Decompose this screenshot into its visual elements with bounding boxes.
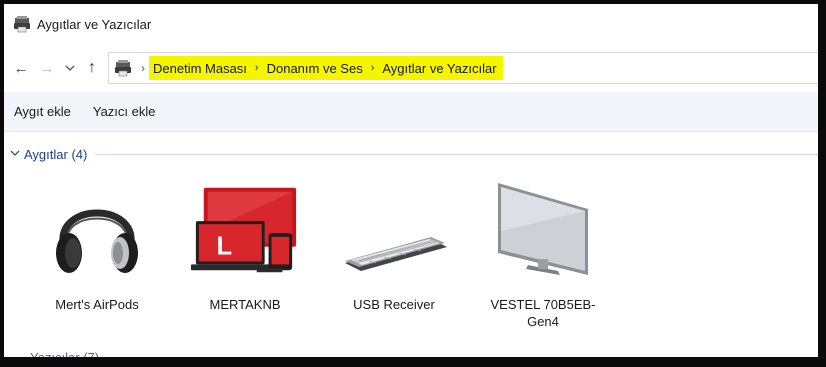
devices-group-label: Aygıtlar (4) (24, 146, 88, 162)
breadcrumb-control-panel[interactable]: Denetim Masası (153, 61, 247, 76)
address-bar[interactable]: › Denetim Masası › Donanım ve Ses › Aygı… (108, 52, 818, 84)
monitor-icon (488, 176, 598, 286)
device-item[interactable]: Mert's AirPods (42, 176, 152, 346)
breadcrumb-separator[interactable]: › (371, 62, 375, 74)
device-item[interactable]: VESTEL 70B5EB-Gen4 (488, 176, 598, 346)
device-name: MERTAKNB (209, 297, 281, 312)
command-bar: Aygıt ekle Yazıcı ekle (4, 92, 818, 132)
devices-group-header[interactable]: Aygıtlar (4) (4, 142, 818, 166)
keyboard-icon (339, 176, 449, 286)
breadcrumb: Denetim Masası › Donanım ve Ses › Aygıtl… (149, 56, 503, 80)
device-list: Mert's AirPods L MERTAKNB USB Receiver V… (4, 176, 818, 356)
control-panel-icon (113, 59, 133, 77)
add-printer-button[interactable]: Yazıcı ekle (93, 104, 156, 119)
breadcrumb-devices-printers[interactable]: Aygıtlar ve Yazıcılar (382, 61, 496, 76)
printers-group-label[interactable]: Yazıcılar (7) (30, 350, 99, 357)
device-item[interactable]: L MERTAKNB (190, 176, 300, 346)
breadcrumb-separator[interactable]: › (255, 62, 259, 74)
device-item[interactable]: USB Receiver (339, 176, 449, 346)
forward-arrow-icon[interactable]: → (34, 53, 60, 83)
svg-text:L: L (217, 233, 233, 261)
headphones-icon (42, 176, 152, 286)
collapse-chevron-icon[interactable] (10, 148, 20, 160)
device-name: Mert's AirPods (55, 297, 139, 312)
window-title: Aygıtlar ve Yazıcılar (37, 16, 152, 32)
breadcrumb-root-chevron-icon[interactable]: › (141, 61, 145, 75)
device-name: USB Receiver (353, 297, 435, 312)
title-bar: Aygıtlar ve Yazıcılar (4, 4, 818, 44)
up-arrow-icon[interactable]: ↑ (80, 53, 104, 83)
address-row: ← → ↑ › Denetim Masası › Donanım ve Ses … (4, 50, 818, 86)
explorer-window: Aygıtlar ve Yazıcılar ← → ↑ › Denetim Ma… (0, 0, 826, 367)
group-divider (95, 153, 818, 155)
breadcrumb-hardware-sound[interactable]: Donanım ve Ses (267, 61, 363, 76)
recent-locations-chevron-icon[interactable] (60, 53, 80, 83)
add-device-button[interactable]: Aygıt ekle (14, 104, 71, 119)
back-arrow-icon[interactable]: ← (8, 53, 34, 83)
computer-icon: L (190, 176, 300, 286)
device-name: VESTEL 70B5EB-Gen4 (490, 297, 596, 329)
devices-printers-icon (13, 15, 31, 33)
